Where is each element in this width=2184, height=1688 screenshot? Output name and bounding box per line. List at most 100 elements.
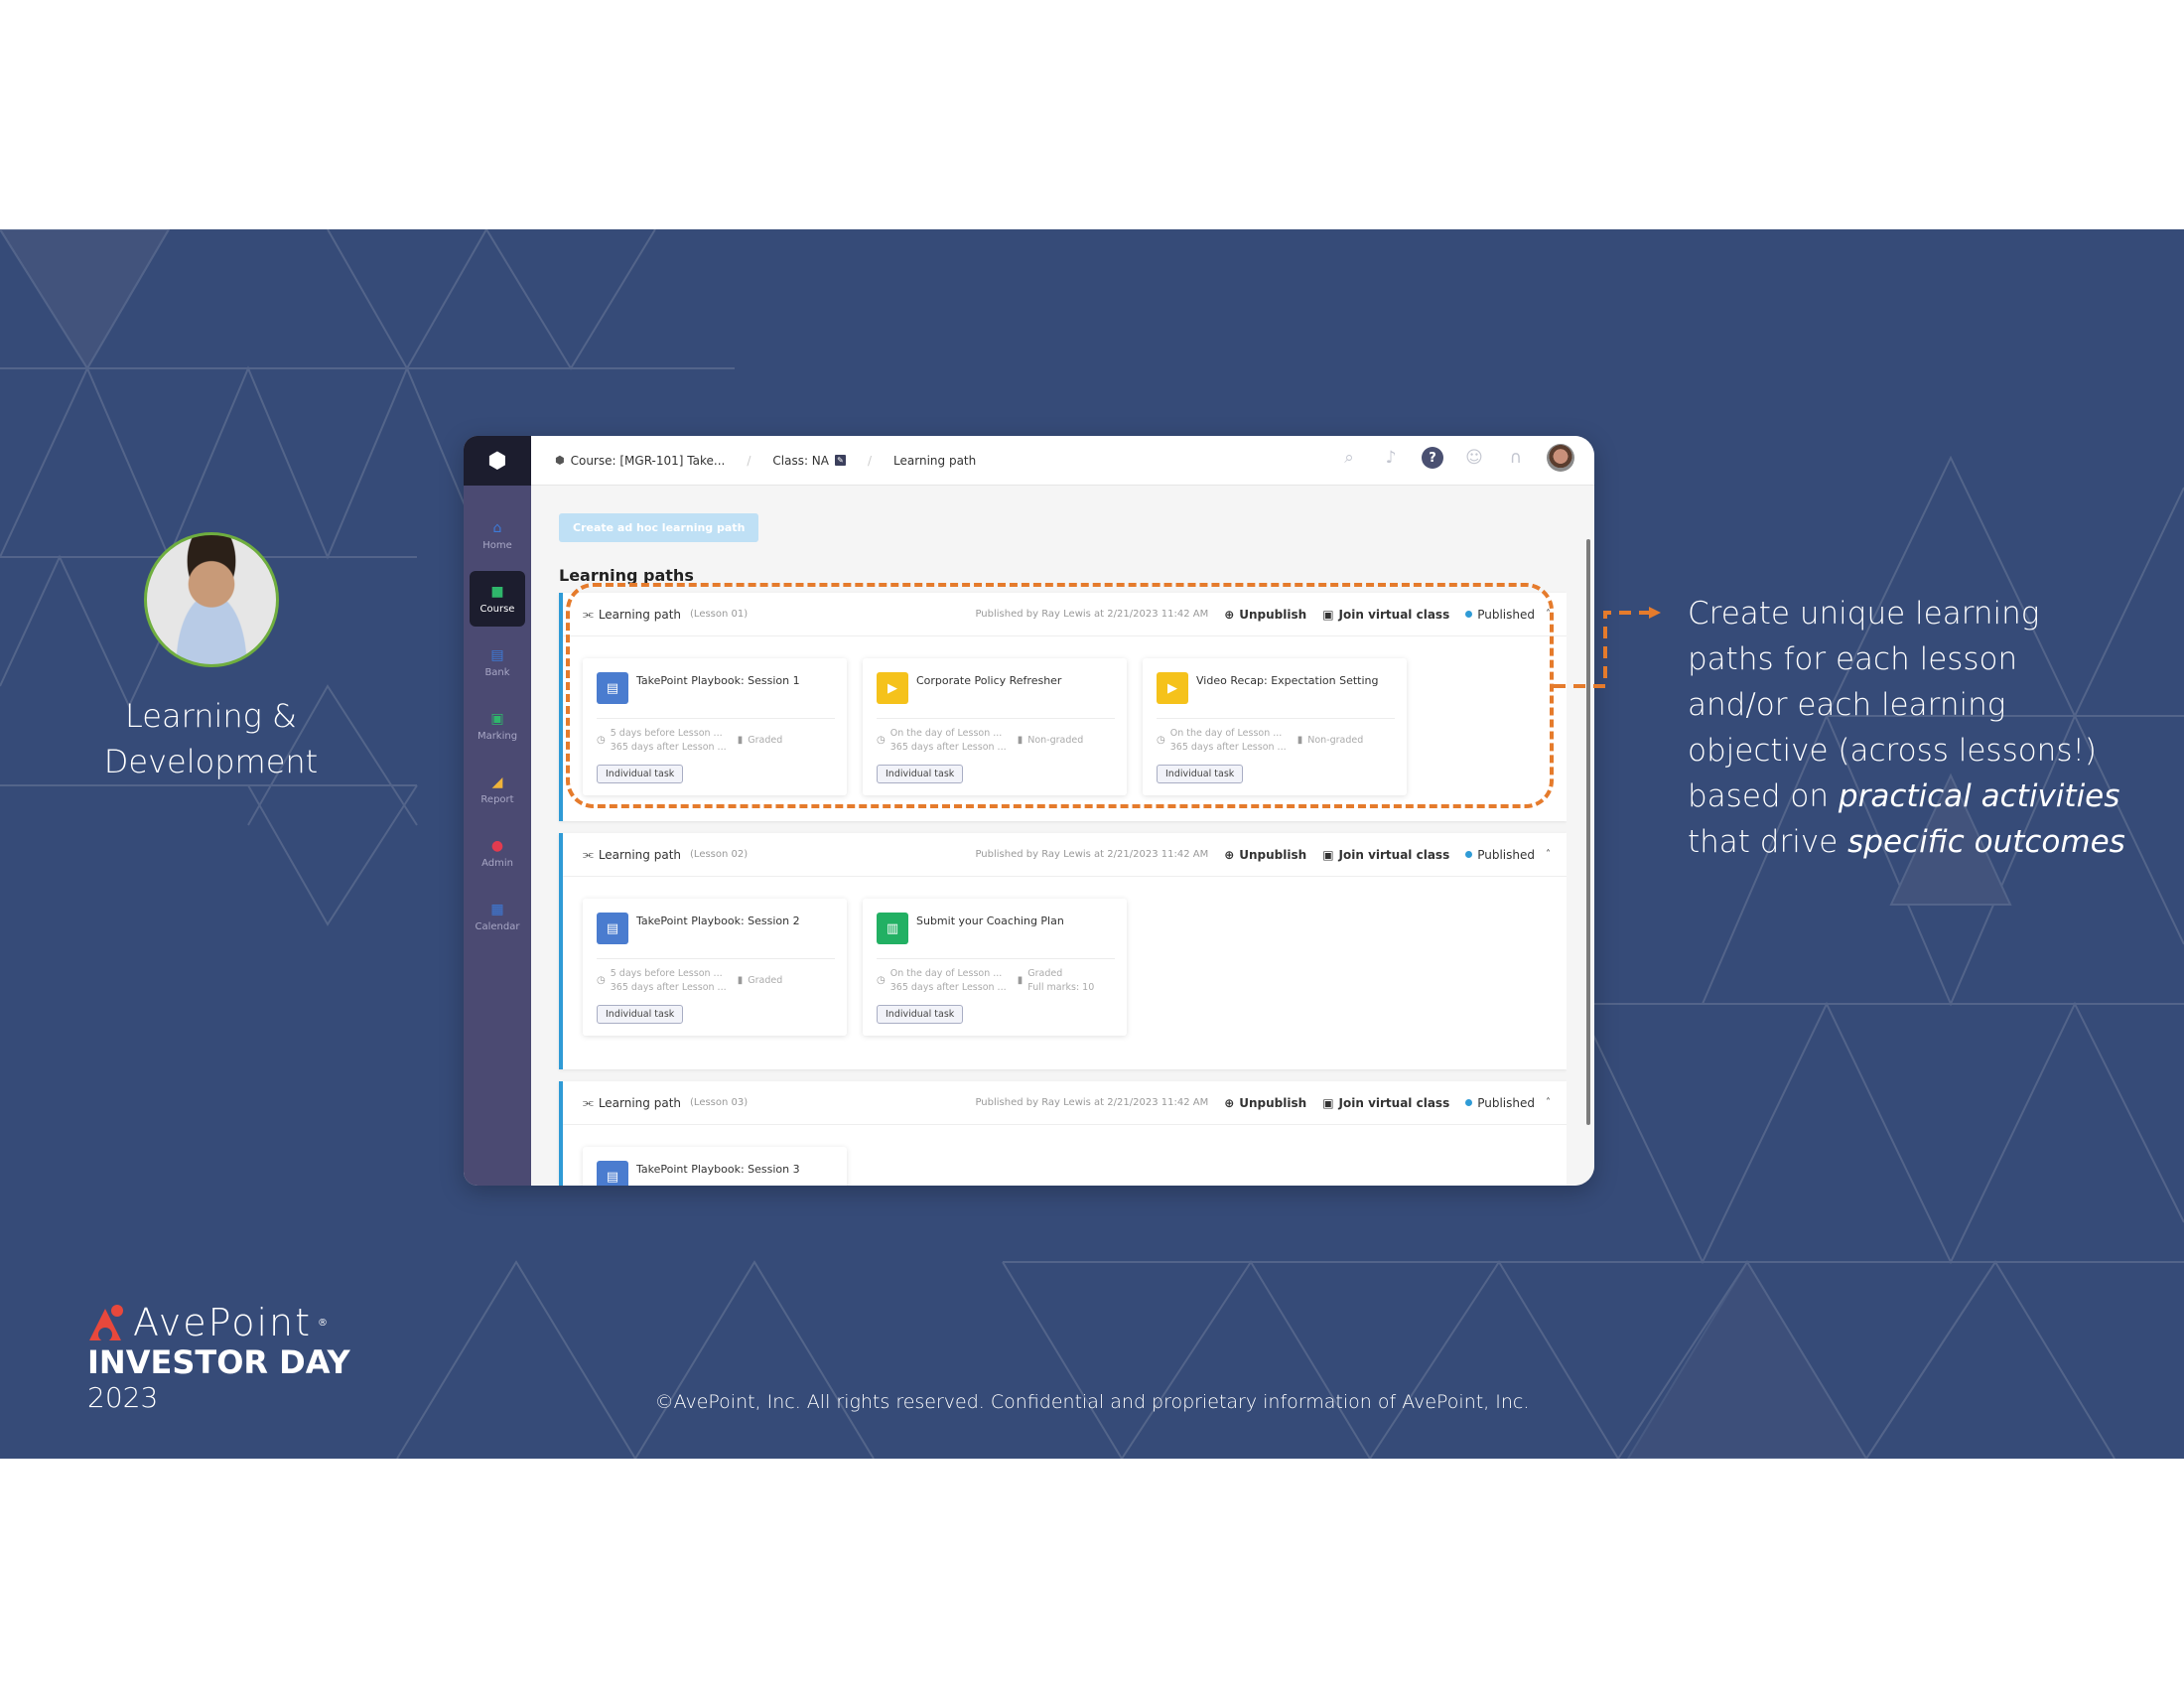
event-name: INVESTOR DAY xyxy=(87,1343,350,1381)
help-icon[interactable]: ? xyxy=(1422,447,1443,469)
sidebar-item-label: Calendar xyxy=(475,920,520,932)
topbar: ⬢ Course: [MGR-101] Take... / Class: NA … xyxy=(531,436,1594,486)
home-icon: ⌂ xyxy=(492,519,502,536)
activity-card[interactable]: ▤ TakePoint Playbook: Session 1 ◷ 5 days b… xyxy=(583,658,847,795)
activity-card[interactable]: ▥ Submit your Coaching Plan ◷ On the day o… xyxy=(863,899,1127,1036)
status-dot xyxy=(1465,611,1473,618)
clock-icon: ◷ xyxy=(597,735,606,746)
clock-icon: ◷ xyxy=(1157,735,1165,746)
learning-path-title: ⫘ Learning path (Lesson 03) xyxy=(583,1095,748,1110)
persona-label: Learning & Development xyxy=(79,693,342,784)
status-label: Published xyxy=(1477,847,1535,862)
activity-card[interactable]: ▤ TakePoint Playbook: Session 2 ◷ 5 days b… xyxy=(583,899,847,1036)
cube-icon: ■ xyxy=(490,583,504,600)
card-schedule: On the day of Lesson ... 365 days after L… xyxy=(1170,727,1292,755)
create-ad-hoc-button[interactable]: Create ad hoc learning path xyxy=(559,513,759,542)
published-by: Published by Ray Lewis at 2/21/2023 11:4… xyxy=(975,849,1209,860)
lesson-label: (Lesson 01) xyxy=(690,609,749,620)
globe-icon: ⊕ xyxy=(1224,607,1235,622)
sidebar-item-calendar[interactable]: ▦ Calendar xyxy=(470,889,525,944)
callout-line: paths for each lesson xyxy=(1688,641,2018,677)
clock-icon: ◷ xyxy=(877,735,886,746)
grade-label: Non-graded xyxy=(1027,735,1084,746)
schedule-end: 365 days after Lesson ... xyxy=(610,742,727,753)
activity-card[interactable]: ▶ Corporate Policy Refresher ◷ On the day … xyxy=(863,658,1127,795)
user-avatar[interactable] xyxy=(1547,444,1574,472)
monitor-icon: ▣ xyxy=(1322,1095,1334,1110)
app-window: ⬢ ⌂ Home ■ Course ▤ Bank ▣ Marking ◢ Rep… xyxy=(464,436,1594,1186)
globe-icon: ⊕ xyxy=(1224,1095,1235,1110)
sidebar-item-label: Course xyxy=(479,603,515,615)
unpublish-button[interactable]: ⊕ Unpublish xyxy=(1224,1096,1306,1110)
breadcrumb-course[interactable]: Course: [MGR-101] Take... xyxy=(571,454,726,468)
chevron-up-icon[interactable]: ˄ xyxy=(1546,609,1551,620)
chevron-up-icon[interactable]: ˄ xyxy=(1546,849,1551,860)
join-label: Join virtual class xyxy=(1338,1095,1450,1110)
smile-icon[interactable]: ☺ xyxy=(1463,447,1485,469)
card-schedule: On the day of Lesson ... 365 days after L… xyxy=(890,967,1012,995)
schedule-end: 365 days after Lesson ... xyxy=(889,742,1007,753)
card-schedule: 5 days before Lesson ... 365 days after L… xyxy=(611,967,732,995)
join-virtual-class-button[interactable]: ▣ Join virtual class xyxy=(1322,608,1449,622)
unpublish-label: Unpublish xyxy=(1239,607,1307,622)
learning-path-header[interactable]: ⫘ Learning path (Lesson 02) Published by… xyxy=(563,833,1567,877)
breadcrumb: ⬢ Course: [MGR-101] Take... / Class: NA … xyxy=(555,454,976,468)
playbook-icon: ▤ xyxy=(597,913,628,944)
schedule-end: 365 days after Lesson ... xyxy=(1169,742,1287,753)
unpublish-button[interactable]: ⊕ Unpublish xyxy=(1224,848,1306,862)
sidebar-item-course[interactable]: ■ Course xyxy=(470,571,525,627)
join-virtual-class-button[interactable]: ▣ Join virtual class xyxy=(1322,1096,1449,1110)
learning-path-header[interactable]: ⫘ Learning path (Lesson 03) Published by… xyxy=(563,1081,1567,1125)
chevron-up-icon[interactable]: ˄ xyxy=(1546,1097,1551,1108)
monitor-icon: ▣ xyxy=(1322,847,1334,862)
status-dot xyxy=(1465,1099,1473,1106)
unpublish-button[interactable]: ⊕ Unpublish xyxy=(1224,608,1306,622)
callout-line: based on practical activities xyxy=(1688,774,2144,819)
breadcrumb-class[interactable]: Class: NA xyxy=(772,454,829,468)
path-icon: ⫘ xyxy=(583,847,594,861)
learning-path: ⫘ Learning path (Lesson 03) Published by… xyxy=(559,1081,1567,1186)
activity-card[interactable]: ▤ TakePoint Playbook: Session 3 xyxy=(583,1147,847,1186)
sidebar-item-marking[interactable]: ▣ Marking xyxy=(470,698,525,754)
grade-label: Graded xyxy=(1027,968,1063,979)
persona-block: Learning & Development xyxy=(79,532,342,784)
clock-icon: ◷ xyxy=(597,975,606,986)
learning-path-cards: ▤ TakePoint Playbook: Session 2 ◷ 5 days b… xyxy=(563,877,1567,1069)
cube-icon: ⬢ xyxy=(555,454,565,467)
schedule-end: 365 days after Lesson ... xyxy=(889,982,1007,993)
schedule-start: 5 days before Lesson ... xyxy=(610,728,723,739)
search-icon[interactable]: ⌕ xyxy=(1338,447,1360,469)
breadcrumb-current: Learning path xyxy=(893,453,977,468)
callout-line: objective (across lessons!) xyxy=(1688,733,2098,769)
card-schedule: 5 days before Lesson ... 365 days after L… xyxy=(611,727,732,755)
bell-icon[interactable]: ♪ xyxy=(1380,447,1402,469)
join-label: Join virtual class xyxy=(1338,847,1450,862)
marking-icon: ▣ xyxy=(490,710,504,727)
edit-icon[interactable]: ✎ xyxy=(835,455,846,466)
sidebar: ⬢ ⌂ Home ■ Course ▤ Bank ▣ Marking ◢ Rep… xyxy=(464,436,531,1186)
headset-icon[interactable]: ∩ xyxy=(1505,447,1527,469)
learning-path-cards: ▤ TakePoint Playbook: Session 1 ◷ 5 days b… xyxy=(563,636,1567,821)
lesson-label: (Lesson 02) xyxy=(690,849,749,860)
sidebar-item-report[interactable]: ◢ Report xyxy=(470,762,525,817)
document-icon: ▥ xyxy=(877,913,908,944)
card-title: TakePoint Playbook: Session 3 xyxy=(636,1163,800,1176)
learning-path-header[interactable]: ⫘ Learning path (Lesson 01) Published by… xyxy=(563,593,1567,636)
playbook-icon: ▤ xyxy=(597,672,628,704)
sidebar-item-label: Marking xyxy=(477,730,518,742)
box-logo-icon[interactable]: ⬢ xyxy=(464,436,531,486)
status-dot xyxy=(1465,851,1473,858)
learning-path-label: Learning path xyxy=(598,607,682,622)
scrollbar[interactable] xyxy=(1567,486,1594,1186)
join-virtual-class-button[interactable]: ▣ Join virtual class xyxy=(1322,848,1449,862)
admin-icon: ● xyxy=(490,837,504,854)
activity-card[interactable]: ▶ Video Recap: Expectation Setting ◷ On th… xyxy=(1143,658,1407,795)
callout-line: and/or each learning xyxy=(1688,687,2006,723)
learning-path: ⫘ Learning path (Lesson 02) Published by… xyxy=(559,833,1567,1069)
published-by: Published by Ray Lewis at 2/21/2023 11:4… xyxy=(975,609,1209,620)
schedule-start: 5 days before Lesson ... xyxy=(610,968,723,979)
video-file-icon: ▶ xyxy=(1157,672,1188,704)
sidebar-item-home[interactable]: ⌂ Home xyxy=(470,507,525,563)
sidebar-item-admin[interactable]: ● Admin xyxy=(470,825,525,881)
sidebar-item-bank[interactable]: ▤ Bank xyxy=(470,634,525,690)
